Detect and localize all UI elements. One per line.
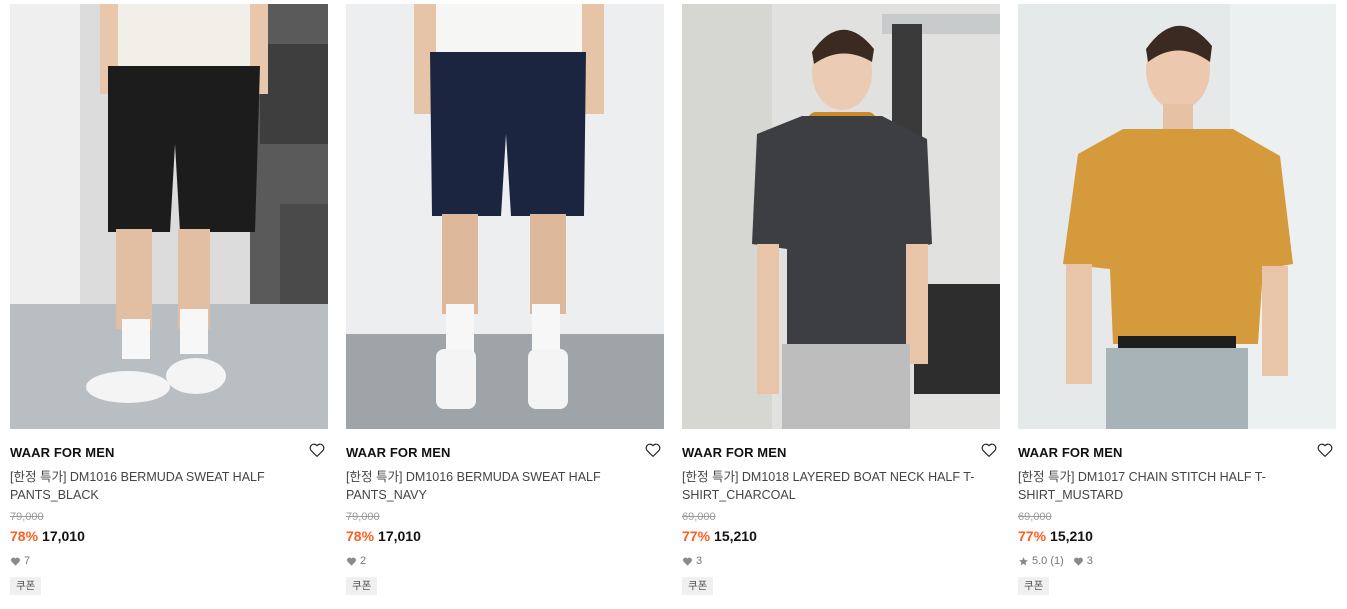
coupon-badge: 쿠폰 (346, 577, 378, 595)
likes-value: 2 (360, 555, 367, 567)
product-meta: 2 (346, 554, 664, 568)
product-name[interactable]: [한정 특가] DM1017 CHAIN STITCH HALF T-SHIRT… (1018, 468, 1318, 504)
product-name[interactable]: [한정 특가] DM1016 BERMUDA SWEAT HALF PANTS_… (10, 468, 310, 504)
wishlist-button[interactable] (980, 441, 998, 459)
heart-outline-icon (981, 443, 997, 457)
heart-filled-icon (683, 557, 692, 566)
heart-filled-icon (11, 557, 20, 566)
product-card[interactable]: WAAR FOR MEN [한정 특가] DM1017 CHAIN STITCH… (1018, 4, 1336, 595)
coupon-badge: 쿠폰 (10, 577, 42, 595)
original-price: 79,000 (346, 511, 380, 523)
likes-count: 3 (1073, 554, 1093, 568)
likes-value: 3 (696, 555, 703, 567)
product-card[interactable]: WAAR FOR MEN [한정 특가] DM1018 LAYERED BOAT… (682, 4, 1000, 595)
wishlist-button[interactable] (644, 441, 662, 459)
brand-name[interactable]: WAAR FOR MEN (346, 445, 664, 461)
product-image[interactable] (10, 4, 328, 429)
coupon-badge: 쿠폰 (682, 577, 714, 595)
sale-price: 17,010 (42, 528, 85, 544)
product-name[interactable]: [한정 특가] DM1016 BERMUDA SWEAT HALF PANTS_… (346, 468, 646, 504)
product-image[interactable] (682, 4, 1000, 429)
likes-value: 7 (24, 555, 31, 567)
original-price: 69,000 (682, 511, 716, 523)
heart-outline-icon (645, 443, 661, 457)
brand-name[interactable]: WAAR FOR MEN (682, 445, 1000, 461)
brand-name[interactable]: WAAR FOR MEN (1018, 445, 1336, 461)
price-row: 78% 17,010 (346, 527, 664, 545)
brand-name[interactable]: WAAR FOR MEN (10, 445, 328, 461)
product-image[interactable] (1018, 4, 1336, 429)
coupon-badge: 쿠폰 (1018, 577, 1050, 595)
sale-price: 17,010 (378, 528, 421, 544)
likes-count: 2 (346, 554, 366, 568)
likes-value: 3 (1086, 555, 1093, 567)
sale-price: 15,210 (714, 528, 757, 544)
price-row: 77% 15,210 (682, 527, 1000, 545)
discount-rate: 78% (346, 528, 375, 544)
original-price: 69,000 (1018, 511, 1052, 523)
discount-rate: 77% (682, 528, 711, 544)
sale-price: 15,210 (1050, 528, 1093, 544)
product-card[interactable]: WAAR FOR MEN [한정 특가] DM1016 BERMUDA SWEA… (346, 4, 664, 595)
likes-count: 3 (682, 554, 702, 568)
heart-outline-icon (309, 443, 325, 457)
discount-rate: 78% (10, 528, 39, 544)
rating-value: 5.0 (1) (1032, 555, 1064, 567)
rating: 5.0 (1) (1018, 554, 1064, 568)
wishlist-button[interactable] (1316, 441, 1334, 459)
product-name[interactable]: [한정 특가] DM1018 LAYERED BOAT NECK HALF T-… (682, 468, 982, 504)
discount-rate: 77% (1018, 528, 1047, 544)
product-image[interactable] (346, 4, 664, 429)
heart-filled-icon (1073, 557, 1083, 566)
heart-filled-icon (347, 557, 356, 566)
product-meta: 3 (682, 554, 1000, 568)
wishlist-button[interactable] (308, 441, 326, 459)
original-price: 79,000 (10, 511, 44, 523)
heart-outline-icon (1317, 443, 1333, 457)
product-card[interactable]: WAAR FOR MEN [한정 특가] DM1016 BERMUDA SWEA… (10, 4, 328, 595)
likes-count: 7 (10, 554, 30, 568)
product-grid: WAAR FOR MEN [한정 특가] DM1016 BERMUDA SWEA… (0, 0, 1347, 609)
product-meta: 5.0 (1) 3 (1018, 554, 1336, 568)
star-icon (1019, 556, 1028, 565)
price-row: 77% 15,210 (1018, 527, 1336, 545)
product-meta: 7 (10, 554, 328, 568)
price-row: 78% 17,010 (10, 527, 328, 545)
